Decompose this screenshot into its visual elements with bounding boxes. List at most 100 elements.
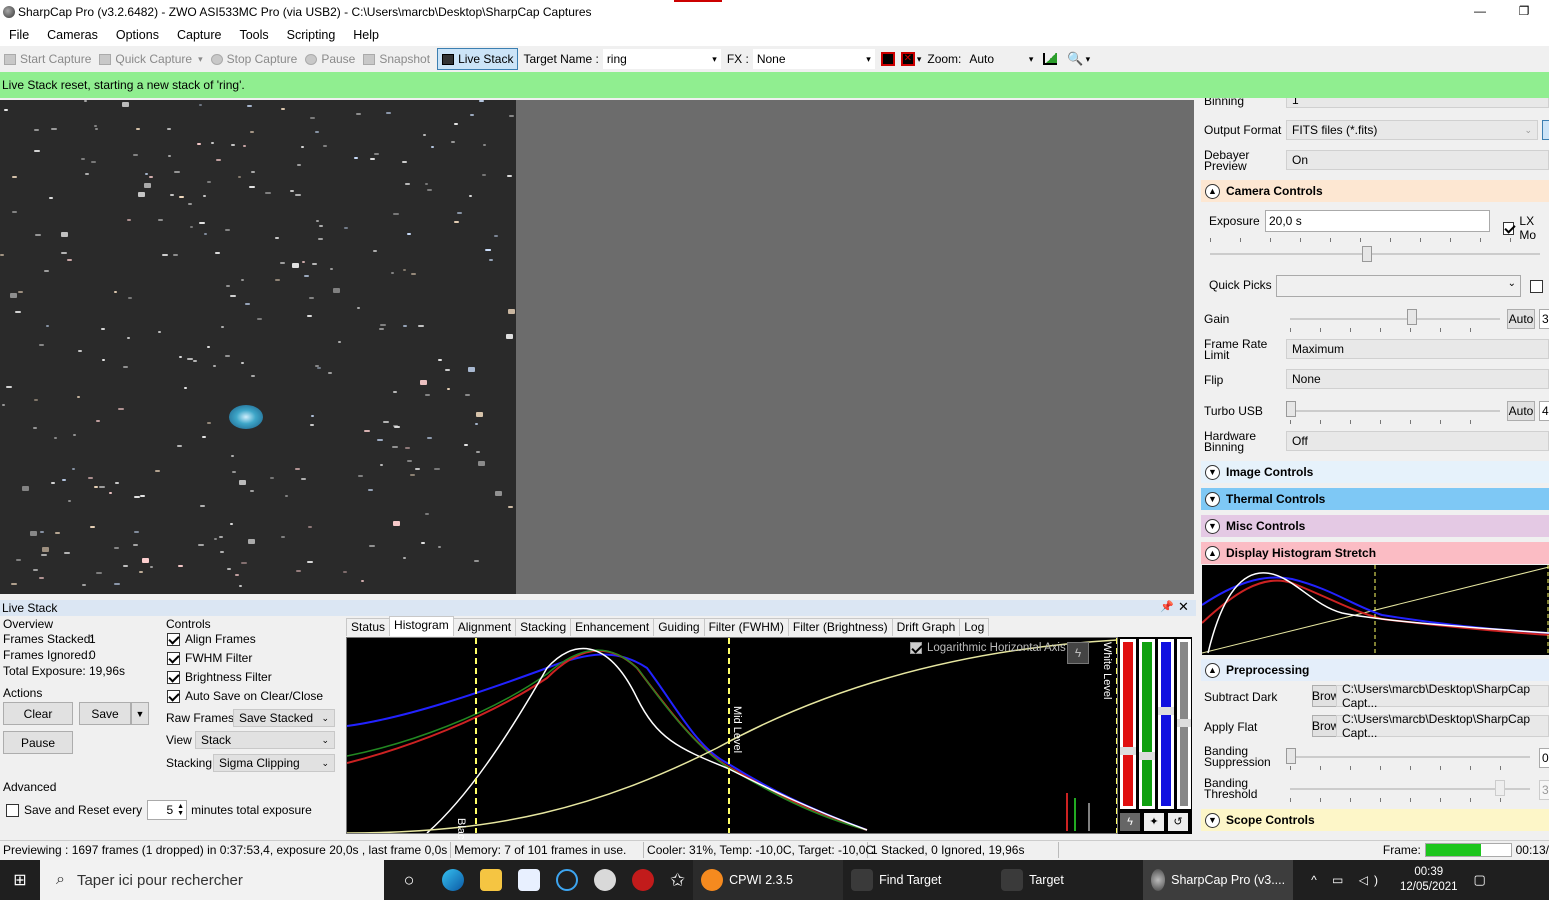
tab-enhancement[interactable]: Enhancement — [570, 618, 655, 636]
minutes-spinner[interactable]: 5 ▲ ▼ — [147, 800, 188, 820]
grid-overlay-icon[interactable]: ✕ — [900, 52, 915, 66]
banding-suppression-value[interactable]: 0 — [1539, 748, 1549, 768]
tab-drift-graph[interactable]: Drift Graph — [891, 618, 961, 636]
gain-auto-button[interactable]: Auto — [1507, 309, 1535, 329]
taskbar-search-box[interactable]: ⌕ Taper ici pour rechercher — [40, 860, 384, 900]
tab-stacking[interactable]: Stacking — [515, 618, 572, 636]
display-histogram-chart[interactable] — [1201, 565, 1549, 655]
quick-capture-button[interactable]: Quick Capture ▾ — [95, 52, 206, 66]
display-histogram-section[interactable]: ▲ Display Histogram Stretch — [1201, 542, 1549, 564]
menu-options[interactable]: Options — [107, 28, 168, 42]
fwhm-filter-checkbox[interactable] — [167, 651, 180, 665]
blue-channel-slider[interactable] — [1158, 639, 1174, 809]
turbo-usb-slider[interactable] — [1290, 410, 1500, 412]
maximize-button[interactable]: ❐ — [1506, 4, 1542, 20]
exposure-input[interactable]: 20,0 s — [1265, 210, 1490, 232]
gain-value-input[interactable]: 3 — [1539, 309, 1549, 329]
preprocessing-section[interactable]: ▲ Preprocessing — [1201, 659, 1549, 681]
raw-frames-select[interactable]: Save Stacked ⌄ — [233, 709, 335, 727]
spinner-arrows-icon[interactable]: ▲ ▼ — [177, 803, 184, 817]
system-tray-icons[interactable]: ^ ▭ ◁) — [1303, 860, 1392, 900]
start-capture-button[interactable]: Start Capture — [0, 52, 95, 66]
output-format-select[interactable]: FITS files (*.fits) ⌄ — [1286, 120, 1538, 140]
tab-log[interactable]: Log — [959, 618, 990, 636]
tab-histogram[interactable]: Histogram — [389, 616, 454, 636]
red-slider-thumb[interactable] — [1120, 747, 1136, 755]
banding-suppression-thumb[interactable] — [1286, 748, 1296, 764]
banding-threshold-value[interactable]: 3 — [1539, 780, 1549, 800]
luminance-slider-thumb[interactable] — [1177, 719, 1191, 727]
sparkle-icon[interactable]: ✦ — [1144, 813, 1164, 831]
green-channel-slider[interactable] — [1139, 639, 1155, 809]
red-channel-slider[interactable] — [1120, 639, 1136, 809]
view-select[interactable]: Stack ⌄ — [195, 731, 335, 749]
save-button[interactable]: Save — [79, 702, 131, 725]
menu-capture[interactable]: Capture — [168, 28, 230, 42]
log-axis-checkbox[interactable] — [910, 642, 922, 654]
turbo-auto-button[interactable]: Auto — [1507, 401, 1535, 421]
brightness-filter-checkbox[interactable] — [167, 670, 180, 684]
expand-icon[interactable]: ▼ — [1205, 491, 1220, 507]
notification-icon[interactable]: ▢ — [1466, 860, 1494, 900]
tab-filter-brightness[interactable]: Filter (Brightness) — [787, 618, 893, 636]
blue-slider-thumb[interactable] — [1158, 707, 1174, 715]
hardware-binning-select[interactable]: Off — [1286, 431, 1549, 451]
target-name-combo[interactable]: ring ▾ — [602, 49, 721, 69]
flip-select[interactable]: None — [1286, 369, 1549, 389]
taskbar-sharpcap[interactable]: SharpCap Pro (v3.... — [1143, 860, 1294, 900]
menu-tools[interactable]: Tools — [230, 28, 277, 42]
file-explorer-icon[interactable] — [472, 860, 510, 900]
menu-cameras[interactable]: Cameras — [38, 28, 107, 42]
scope-controls-section[interactable]: ▼ Scope Controls — [1201, 809, 1549, 831]
quick-picks-checkbox[interactable] — [1530, 280, 1543, 293]
green-slider-thumb[interactable] — [1139, 752, 1155, 760]
minimize-button[interactable]: — — [1460, 4, 1500, 20]
expand-icon[interactable]: ▼ — [1205, 518, 1220, 534]
stellarium-app-icon[interactable] — [510, 860, 548, 900]
banding-suppression-slider[interactable] — [1290, 756, 1530, 758]
pause-button[interactable]: Pause — [301, 52, 359, 66]
align-frames-option[interactable]: Align Frames — [167, 632, 256, 646]
exposure-slider[interactable] — [1210, 253, 1540, 255]
output-format-button[interactable] — [1542, 120, 1549, 140]
taskbar-cpwi[interactable]: CPWI 2.3.5 — [693, 860, 844, 900]
lx-mode-checkbox[interactable] — [1503, 221, 1515, 235]
banding-threshold-thumb[interactable] — [1495, 780, 1505, 796]
gain-slider[interactable] — [1290, 318, 1500, 320]
expand-icon[interactable]: ▼ — [1205, 464, 1220, 480]
save-reset-checkbox[interactable] — [6, 803, 19, 817]
histogram-icon[interactable] — [1043, 53, 1058, 65]
stack-histogram[interactable]: Logarithmic Horizontal Axis ϟ Black Leve… — [346, 637, 1118, 874]
windows-start-icon[interactable]: ⊞ — [0, 860, 40, 900]
stacking-select[interactable]: Sigma Clipping ⌄ — [213, 754, 335, 772]
collapse-icon[interactable]: ▲ — [1205, 662, 1220, 678]
save-options-arrow-icon[interactable]: ▼ — [131, 702, 149, 725]
auto-stretch-icon[interactable]: ϟ — [1067, 642, 1089, 664]
edge-app-icon[interactable] — [434, 860, 472, 900]
menu-help[interactable]: Help — [344, 28, 388, 42]
close-icon[interactable]: ✕ — [1178, 599, 1189, 615]
flat-path-field[interactable]: C:\Users\marcb\Desktop\SharpCap Capt... — [1336, 712, 1549, 740]
quick-picks-select[interactable]: ⌄ — [1276, 275, 1521, 297]
reticle-icon[interactable] — [880, 52, 895, 66]
clear-button[interactable]: Clear — [3, 702, 73, 725]
expand-icon[interactable]: ▼ — [1205, 812, 1220, 828]
debayer-preview-select[interactable]: On — [1286, 150, 1549, 170]
live-stack-button[interactable]: Live Stack — [437, 48, 519, 70]
binning-select[interactable]: 1 — [1286, 98, 1549, 108]
pause-stack-button[interactable]: Pause — [3, 731, 73, 754]
brightness-filter-option[interactable]: Brightness Filter — [167, 670, 272, 684]
autosave-option[interactable]: Auto Save on Clear/Close — [167, 689, 323, 703]
gain-slider-thumb[interactable] — [1407, 309, 1417, 325]
align-frames-checkbox[interactable] — [167, 632, 180, 646]
zoom-combo[interactable]: Auto ▾ — [965, 49, 1038, 69]
taskbar-target[interactable]: Target — [993, 860, 1143, 900]
taskbar-find-target[interactable]: Find Target — [843, 860, 993, 900]
menu-scripting[interactable]: Scripting — [278, 28, 345, 42]
camera-preview-image[interactable] — [0, 100, 516, 594]
thermal-controls-section[interactable]: ▼ Thermal Controls — [1201, 488, 1549, 510]
banding-threshold-slider[interactable] — [1290, 788, 1530, 790]
collapse-icon[interactable]: ▲ — [1205, 545, 1220, 561]
image-controls-section[interactable]: ▼ Image Controls — [1201, 461, 1549, 483]
star-app-icon[interactable]: ✩ — [662, 860, 693, 900]
